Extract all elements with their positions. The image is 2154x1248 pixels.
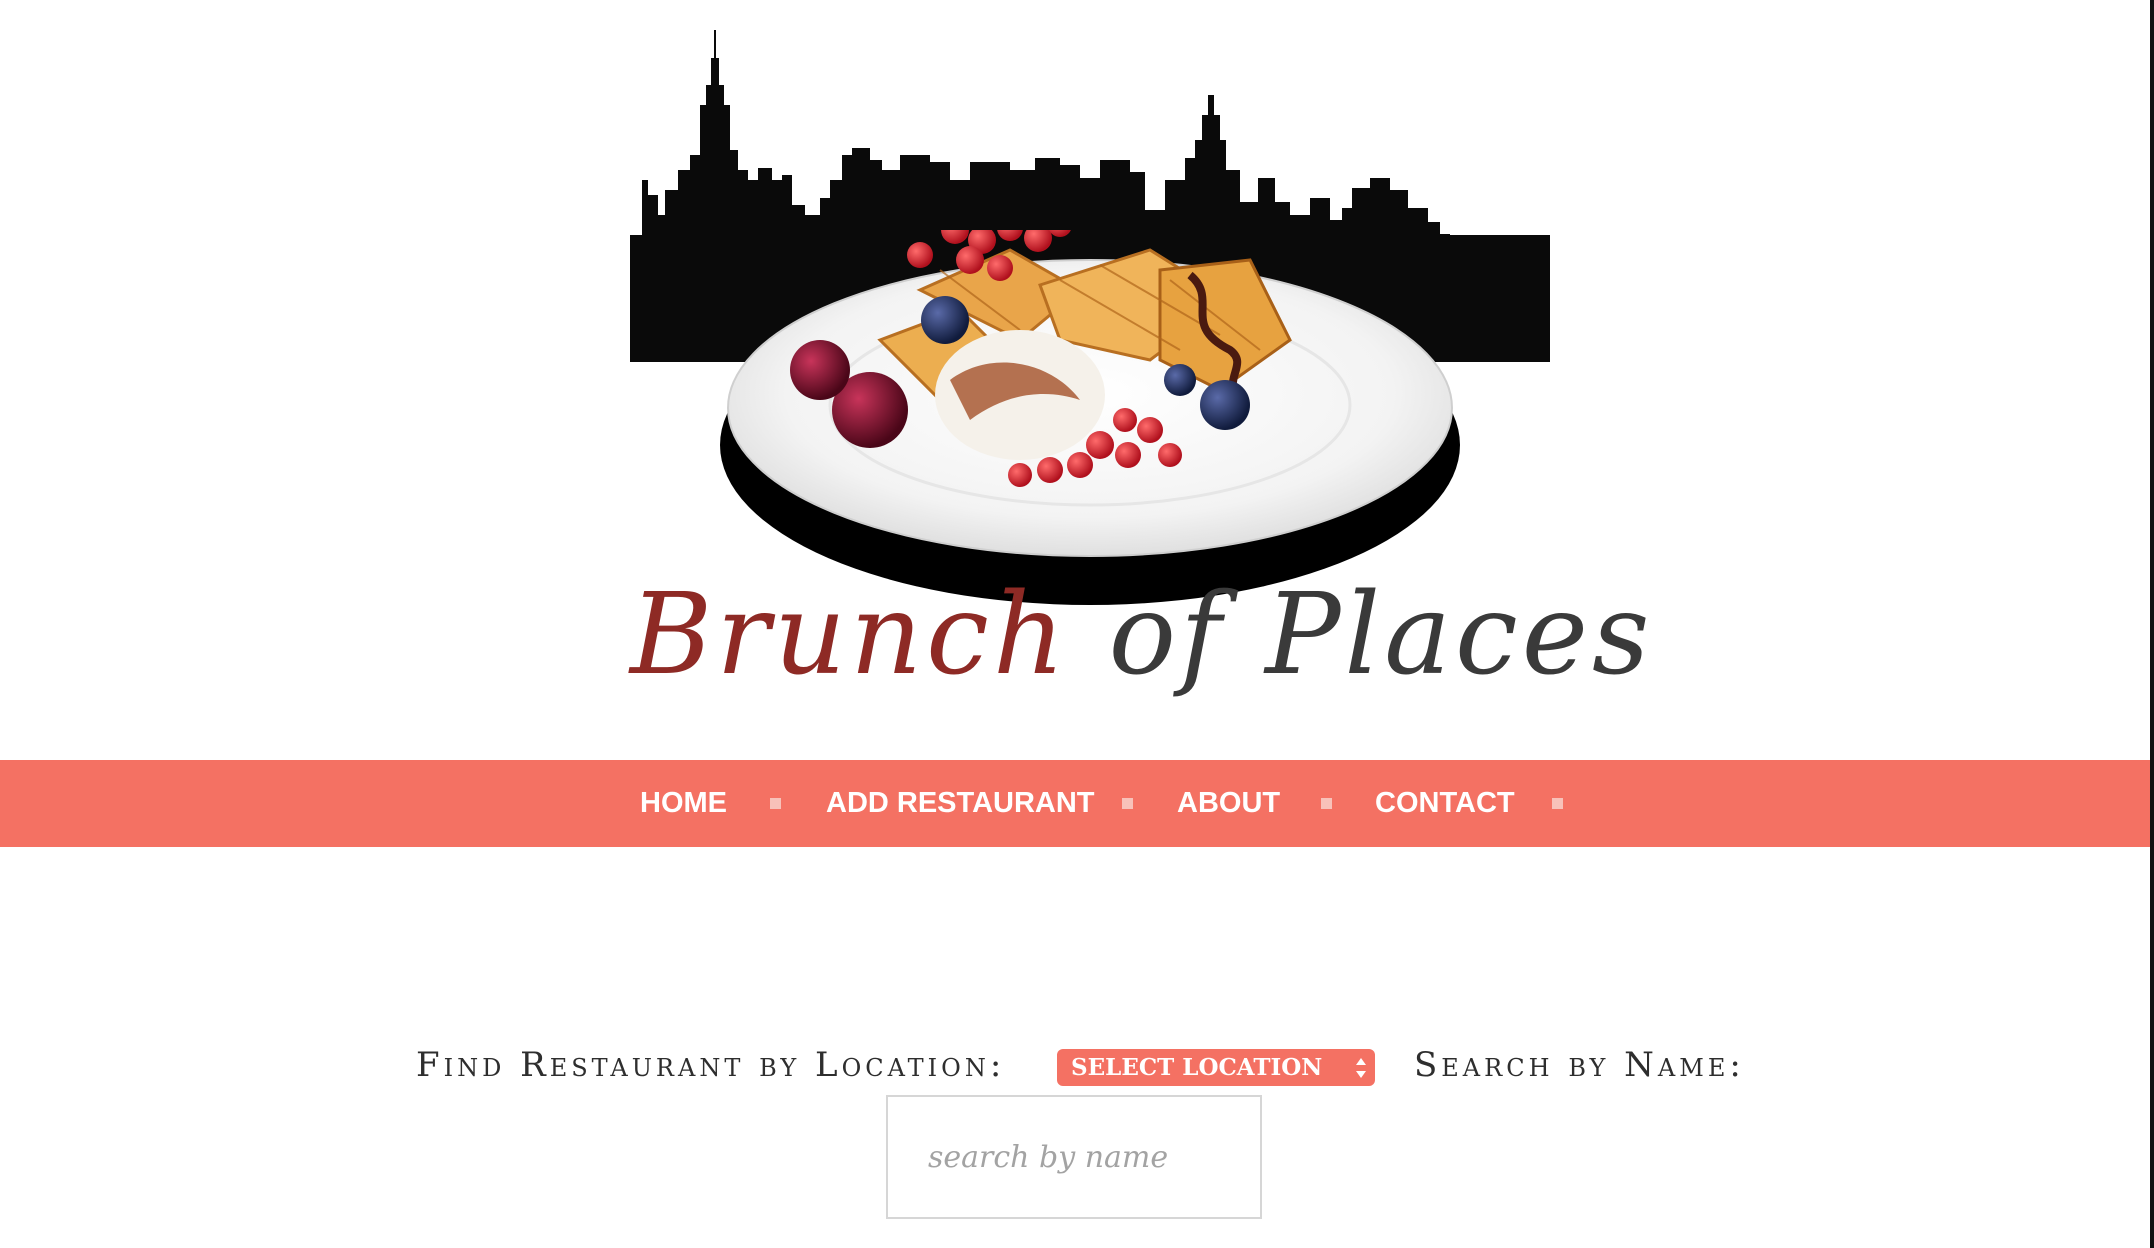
- location-select[interactable]: SELECT LOCATION: [1057, 1049, 1375, 1086]
- select-updown-arrows-icon: [1356, 1058, 1366, 1078]
- nav-home[interactable]: HOME: [640, 760, 727, 847]
- name-search-label: Search by Name:: [1414, 1045, 1745, 1085]
- brand-wordmark: Brunch of Places: [630, 570, 1650, 740]
- brand-word-of-places: of Places: [1108, 570, 1654, 700]
- nav-contact[interactable]: CONTACT: [1375, 760, 1515, 847]
- site-logo[interactable]: Brunch of Places: [630, 30, 1650, 730]
- nav-separator: [770, 798, 781, 809]
- brand-word-brunch: Brunch: [630, 570, 1069, 700]
- nav-add-restaurant[interactable]: ADD RESTAURANT: [826, 760, 1095, 847]
- page: Brunch of Places HOME ADD RESTAURANT ABO…: [0, 0, 2154, 1248]
- nav-separator: [1122, 798, 1133, 809]
- search-bar: Find Restaurant by Location: SELECT LOCA…: [0, 1040, 2154, 1100]
- nav-separator: [1321, 798, 1332, 809]
- search-by-name-input[interactable]: [886, 1095, 1262, 1219]
- main-nav: HOME ADD RESTAURANT ABOUT CONTACT: [0, 760, 2154, 847]
- location-label: Find Restaurant by Location:: [416, 1045, 1006, 1085]
- location-select-value: SELECT LOCATION: [1071, 1054, 1323, 1081]
- nav-about[interactable]: ABOUT: [1177, 760, 1280, 847]
- page-edge: [2150, 0, 2154, 1248]
- nav-separator: [1552, 798, 1563, 809]
